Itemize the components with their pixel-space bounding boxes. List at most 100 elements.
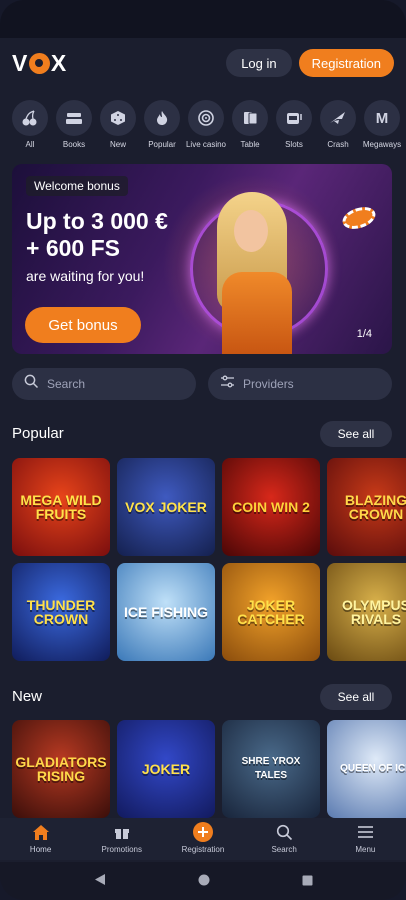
game-title: SHRE YROX TALES bbox=[241, 756, 301, 781]
nav-registration[interactable]: Registration bbox=[163, 822, 243, 854]
category-table[interactable]: Table bbox=[232, 100, 268, 150]
filter-sliders-icon bbox=[220, 375, 235, 393]
game-tile[interactable]: VOX JOKER bbox=[117, 458, 215, 556]
category-label: Popular bbox=[148, 140, 176, 149]
casino-chip-icon bbox=[339, 203, 379, 233]
android-system-bar bbox=[0, 862, 406, 900]
providers-label: Providers bbox=[243, 377, 294, 391]
game-title: GLADIATORS RISING bbox=[15, 754, 107, 784]
vox-logo[interactable]: VX bbox=[12, 50, 67, 77]
category-label: New bbox=[109, 140, 126, 149]
gift-icon bbox=[114, 822, 130, 842]
category-label: All bbox=[25, 140, 35, 149]
popular-games-row-2: THUNDER CROWN ICE FISHING JOKER CATCHER … bbox=[12, 563, 406, 661]
nav-label: Menu bbox=[355, 845, 376, 854]
category-books[interactable]: Books bbox=[56, 100, 92, 150]
home-circle-icon[interactable] bbox=[198, 873, 210, 889]
welcome-bonus-banner[interactable]: Welcome bonus Up to 3 000 € + 600 FS are… bbox=[12, 164, 392, 354]
game-tile[interactable]: GLADIATORS RISING bbox=[12, 720, 110, 818]
category-crash[interactable]: Crash bbox=[320, 100, 356, 150]
nav-menu[interactable]: Menu bbox=[325, 822, 405, 854]
category-bar: All Books New Popular Live casino Table … bbox=[0, 88, 406, 150]
new-games-row: GLADIATORS RISING JOKER SHRE YROX TALES … bbox=[12, 720, 406, 818]
search-input[interactable]: Search bbox=[12, 368, 196, 400]
search-row: Search Providers bbox=[12, 368, 392, 400]
game-tile[interactable]: JOKER bbox=[117, 720, 215, 818]
category-label: Crash bbox=[327, 140, 349, 149]
search-icon bbox=[276, 822, 293, 842]
dice-icon bbox=[100, 100, 136, 136]
game-title: JOKER CATCHER bbox=[237, 597, 305, 627]
header: VX Log in Registration bbox=[0, 38, 406, 88]
game-title: COIN WIN 2 bbox=[232, 499, 310, 515]
game-title: BLAZING CROWN bbox=[344, 492, 406, 522]
bonus-title-line1: Up to 3 000 € bbox=[26, 208, 168, 234]
flame-icon bbox=[144, 100, 180, 136]
bonus-title-line2: + 600 FS bbox=[26, 235, 120, 261]
nav-promotions[interactable]: Promotions bbox=[82, 822, 162, 854]
banner-model-dress bbox=[222, 272, 292, 354]
game-title: ICE FISHING bbox=[123, 604, 208, 620]
game-tile[interactable]: OLYMPUS RIVALS bbox=[327, 563, 406, 661]
category-all[interactable]: All bbox=[12, 100, 48, 150]
status-bar bbox=[0, 0, 406, 38]
app-screen: VX Log in Registration All Books New Pop… bbox=[0, 0, 406, 900]
game-tile[interactable]: COIN WIN 2 bbox=[222, 458, 320, 556]
game-tile[interactable]: QUEEN OF ICE bbox=[327, 720, 406, 818]
books-icon bbox=[56, 100, 92, 136]
game-title: JOKER bbox=[141, 761, 191, 777]
category-label: Slots bbox=[285, 140, 303, 149]
logo-o-icon bbox=[28, 52, 50, 74]
new-section-title: New bbox=[12, 688, 43, 705]
back-triangle-icon[interactable] bbox=[94, 873, 106, 889]
providers-filter[interactable]: Providers bbox=[208, 368, 392, 400]
category-label: Books bbox=[62, 140, 86, 149]
game-title: MEGA WILD FRUITS bbox=[20, 492, 102, 522]
new-see-all-button[interactable]: See all bbox=[320, 684, 392, 710]
category-slots[interactable]: Slots bbox=[276, 100, 312, 150]
game-title: QUEEN OF ICE bbox=[340, 763, 406, 774]
popular-see-all-button[interactable]: See all bbox=[320, 421, 392, 447]
game-tile[interactable]: THUNDER CROWN bbox=[12, 563, 110, 661]
game-tile[interactable]: SHRE YROX TALES bbox=[222, 720, 320, 818]
search-icon bbox=[24, 374, 39, 394]
nav-label: Registration bbox=[181, 845, 225, 854]
category-label: Table bbox=[240, 140, 260, 149]
banner-pager: 1/4 bbox=[356, 328, 372, 340]
search-placeholder: Search bbox=[47, 377, 86, 391]
get-bonus-button[interactable]: Get bonus bbox=[25, 307, 141, 343]
banner-model-face bbox=[234, 210, 268, 252]
category-popular[interactable]: Popular bbox=[144, 100, 180, 150]
category-live-casino[interactable]: Live casino bbox=[185, 100, 227, 150]
plane-icon bbox=[320, 100, 356, 136]
game-title: VOX JOKER bbox=[125, 499, 207, 515]
game-tile[interactable]: JOKER CATCHER bbox=[222, 563, 320, 661]
nav-search[interactable]: Search bbox=[244, 822, 324, 854]
popular-section-title: Popular bbox=[12, 425, 64, 442]
slot-machine-icon bbox=[276, 100, 312, 136]
cherries-icon bbox=[12, 100, 48, 136]
registration-button[interactable]: Registration bbox=[298, 49, 394, 77]
plus-icon bbox=[192, 822, 214, 842]
bonus-subtitle: are waiting for you! bbox=[26, 268, 145, 284]
category-label: Live casino bbox=[185, 140, 227, 149]
recents-square-icon[interactable] bbox=[302, 873, 313, 889]
bottom-navigation: Home Promotions Registration Search Menu bbox=[0, 818, 406, 860]
bonus-title: Up to 3 000 € + 600 FS bbox=[26, 208, 168, 262]
menu-icon bbox=[357, 822, 374, 842]
category-label: Megaways bbox=[362, 140, 402, 149]
game-tile[interactable]: MEGA WILD FRUITS bbox=[12, 458, 110, 556]
popular-games-row-1: MEGA WILD FRUITS VOX JOKER COIN WIN 2 BL… bbox=[12, 458, 406, 556]
game-tile[interactable]: ICE FISHING bbox=[117, 563, 215, 661]
cards-icon bbox=[232, 100, 268, 136]
nav-label: Promotions bbox=[101, 845, 143, 854]
welcome-bonus-tag: Welcome bonus bbox=[26, 176, 128, 196]
m-icon: M bbox=[364, 100, 400, 136]
nav-label: Home bbox=[29, 845, 52, 854]
game-tile[interactable]: BLAZING CROWN bbox=[327, 458, 406, 556]
category-new[interactable]: New bbox=[100, 100, 136, 150]
category-megaways[interactable]: M Megaways bbox=[362, 100, 402, 150]
roulette-icon bbox=[188, 100, 224, 136]
login-button[interactable]: Log in bbox=[226, 49, 292, 77]
nav-home[interactable]: Home bbox=[1, 822, 81, 854]
